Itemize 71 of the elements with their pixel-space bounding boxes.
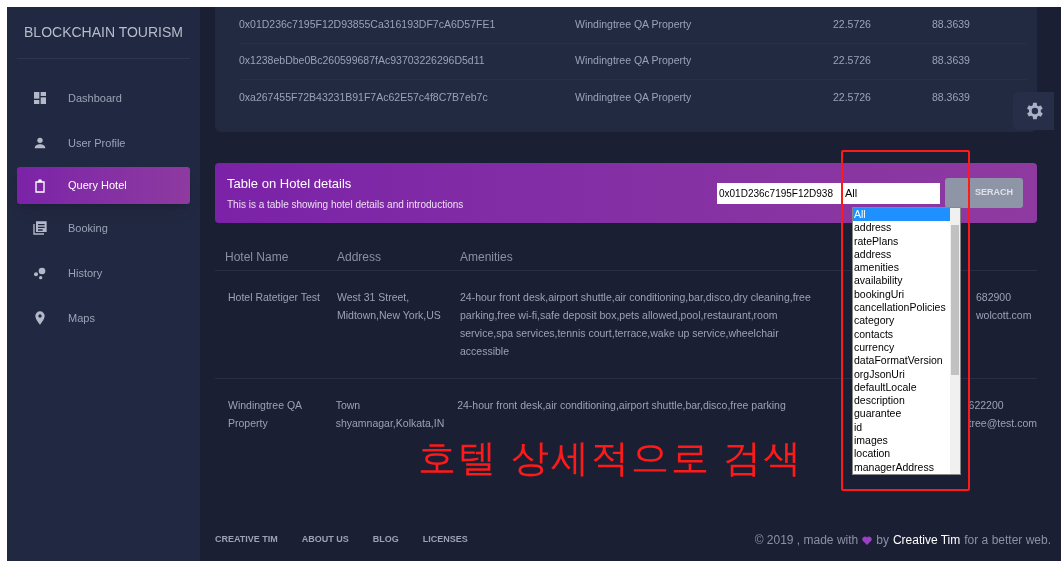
footer-link[interactable]: LICENSES [422,533,468,547]
dropdown-option[interactable]: availability [853,274,950,288]
footer-link[interactable]: CREATIVE TIM [215,533,278,547]
card-title: Table on Hotel details [227,174,353,193]
column-header: Hotel Name [224,248,290,266]
dropdown-option[interactable]: description [853,394,950,408]
sidebar-item[interactable]: Booking [17,207,190,249]
table-cell-text: 22.5726 [833,53,872,69]
dots-icon [32,265,48,281]
table-cell-text: Town shyamnagar,Kolkata,IN [335,398,446,431]
table-cell-text: 0x1238ebDbe0Bc260599687fAc93703226296D5d11 [239,53,486,69]
dropdown-option[interactable]: defaultLocale [853,380,950,395]
table-cell-text: Windingtree QA Property [575,53,693,69]
dropdown-option[interactable]: orgJsonUri [853,367,950,381]
person-icon [32,135,48,151]
table-cell-text: wolcott.com [976,308,1032,323]
column-header: Address [337,248,383,266]
settings-button[interactable] [1013,92,1054,130]
dropdown-option[interactable]: id [853,420,950,435]
table-cell-text: 22.5726 [833,90,872,106]
table-cell-text: 88.3639 [932,90,971,106]
sidebar-item[interactable]: User Profile [17,122,190,164]
table-cell-text: Windingtree QA Property [227,398,303,431]
table-cell-text: 0xa267455F72B43231B91F7Ac62E57c4f8C7B7eb7c [239,90,489,106]
dropdown-option[interactable]: dataFormatVersion [853,354,950,368]
table-cell-text: West 31 Street, Midtown,New York,US [337,290,442,323]
dropdown-option[interactable]: images [853,434,950,448]
dropdown-option[interactable]: ratePlans [853,234,950,248]
table-cell-text: tree@test.com [968,416,1037,431]
dropdown-option[interactable]: cancellationPolicies [853,301,950,315]
table-cell-text: Windingtree QA Property [575,90,693,106]
filter-select[interactable]: All [843,182,940,204]
table-cell-text: 88.3639 [932,16,971,32]
document-stack-icon [32,220,48,236]
sidebar-item[interactable]: Query Hotel [17,167,190,204]
annotation-text: 호텔 상세적으로 검색 [418,436,804,481]
sidebar-item[interactable]: Dashboard [17,77,190,119]
copyright-text: © 2019 , made with [754,532,859,549]
column-header: Amenities [460,248,514,266]
dropdown-option[interactable]: address [853,247,950,262]
dropdown-option[interactable]: category [853,314,950,328]
dropdown-option[interactable]: bookingUri [853,287,950,302]
table-cell-text: 22.5726 [833,16,872,32]
map-pin-icon [32,310,48,326]
heart-icon [862,535,873,545]
footer-link[interactable]: BLOG [372,533,399,547]
dropdown-option[interactable]: guarantee [853,407,950,421]
dropdown-option[interactable]: location [853,447,950,461]
sidebar-item[interactable]: History [17,252,190,294]
dropdown-option[interactable]: currency [853,340,950,355]
dropdown-option[interactable]: amenities [853,261,950,275]
dropdown-option[interactable]: managerAddress [853,460,950,474]
byline-text: by [876,532,889,549]
brand-title: BLOCKCHAIN TOURISM [24,23,183,42]
table-cell-text: 0x01D236c7195F12D93855Ca316193DF7cA6D57FE1 [239,16,497,32]
address-input[interactable]: 0x01D236c7195F12D938 [717,182,841,204]
dashboard-icon [32,90,48,106]
sidebar-item[interactable]: Maps [17,297,190,339]
table-cell-text: Hotel Ratetiger Test [227,290,322,305]
table-cell-text: 88.3639 [932,53,971,69]
table-cell-text: Windingtree QA Property [575,16,693,32]
clipboard-icon [32,177,48,194]
tagline-text: for a better web. [964,532,1051,549]
table-cell-text: 24-hour front desk,airport shuttle,air conditioning,bar,disco,dry cleaning,free parking,free wi-fi,safe deposit box,pets allowed,pool,restaurant,room service,spa services,tennis court,terrace,wake up service,wheelchair accessible [460,290,812,359]
table-cell-text: 682900 [976,290,1013,305]
author-link[interactable]: Creative Tim [892,531,961,549]
dropdown-option[interactable]: contacts [853,327,950,341]
dropdown-option[interactable]: address [853,221,950,235]
card-subtitle: This is a table showing hotel details and introductions [227,198,465,213]
footer-link[interactable]: ABOUT US [301,533,349,547]
table-cell-text: 24-hour front desk,air conditioning,airport shuttle,bar,disco,free parking [457,398,787,413]
